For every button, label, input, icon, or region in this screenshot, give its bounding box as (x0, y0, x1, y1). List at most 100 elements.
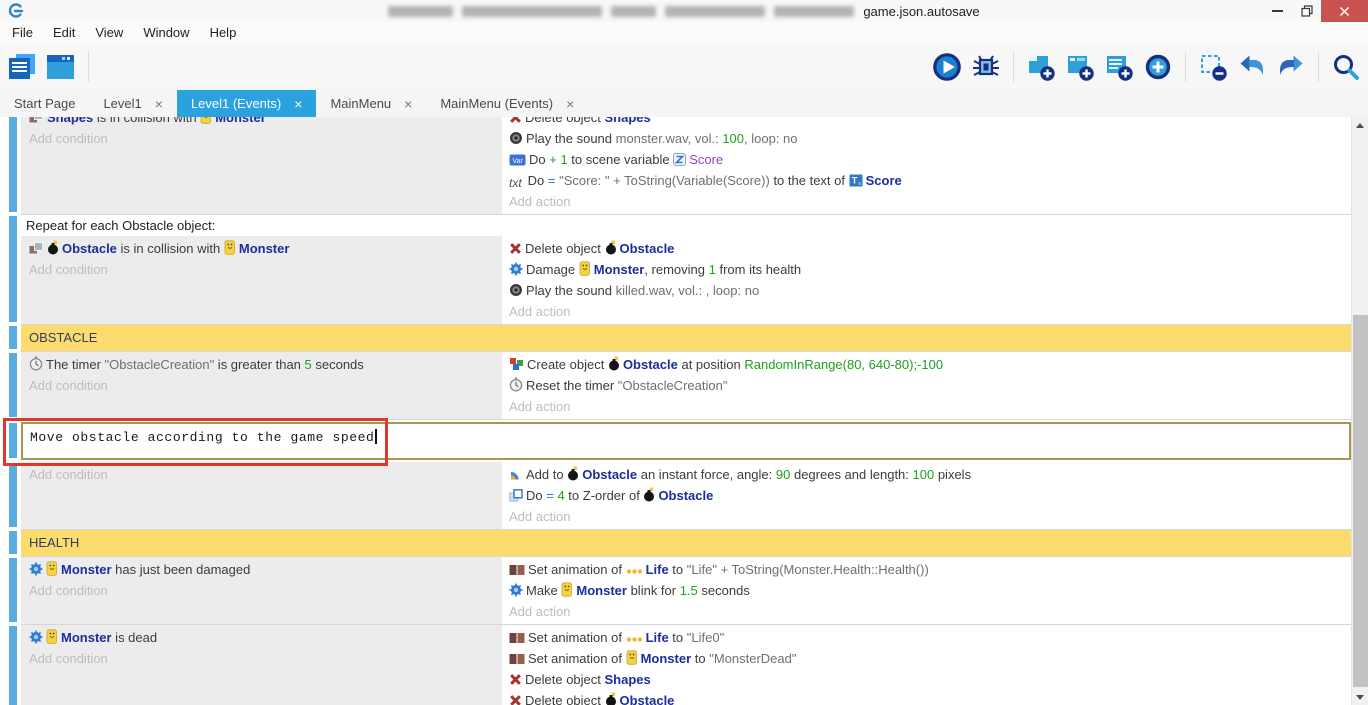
tab-label: MainMenu (330, 96, 391, 111)
tab-label: Level1 (103, 96, 141, 111)
add-condition-button[interactable]: Add condition (29, 259, 502, 280)
condition-line[interactable]: Monster has just been damaged (29, 559, 502, 580)
redo-icon[interactable] (1275, 51, 1307, 83)
event-row: Shapes is in collision with Monster Add c… (21, 117, 1351, 215)
event-row: The timer "ObstacleCreation" is greater … (21, 352, 1351, 420)
scroll-up-arrow[interactable] (1352, 117, 1368, 133)
tab-close-icon[interactable]: × (404, 97, 412, 111)
action-line[interactable]: Play the sound killed.wav, vol.: , loop:… (509, 280, 1351, 301)
menu-window[interactable]: Window (133, 22, 199, 43)
debug-icon[interactable] (970, 51, 1002, 83)
add-comment-icon[interactable] (1103, 51, 1135, 83)
undo-icon[interactable] (1236, 51, 1268, 83)
action-line[interactable]: Delete object Obstacle (509, 690, 1351, 705)
text-segment: Monster (215, 117, 266, 125)
action-line[interactable]: Reset the timer "ObstacleCreation" (509, 375, 1351, 396)
event-highlight-bar (9, 423, 17, 458)
scrollbar-thumb[interactable] (1353, 315, 1368, 687)
monster-icon (224, 240, 236, 255)
action-line[interactable]: Play the sound monster.wav, vol.: 100, l… (509, 128, 1351, 149)
text-segment: Add condition (29, 131, 108, 146)
tab-start-page[interactable]: Start Page (0, 90, 89, 117)
action-line[interactable]: VarDo + 1 to scene variable Score (509, 149, 1351, 170)
tab-close-icon[interactable]: × (155, 97, 163, 111)
conditions-column: Monster is deadAdd condition (21, 625, 502, 705)
add-subevent-icon[interactable] (1064, 51, 1096, 83)
text-segment: pixels (934, 467, 971, 482)
menu-file[interactable]: File (2, 22, 43, 43)
tab-close-icon[interactable]: × (566, 97, 574, 111)
group-banner-label[interactable]: OBSTACLE (21, 325, 1351, 351)
conditions-column: Shapes is in collision with Monster Add c… (21, 117, 502, 214)
add-condition-button[interactable]: Add condition (29, 580, 502, 601)
text-segment: Add to (526, 467, 567, 482)
project-manager-icon[interactable] (6, 51, 38, 83)
tab-mainmenu[interactable]: MainMenu × (316, 90, 426, 117)
condition-line[interactable]: Shapes is in collision with Monster (29, 117, 502, 128)
add-action-button[interactable]: Add action (509, 301, 1351, 322)
delete-icon (509, 117, 522, 124)
tab-close-icon[interactable]: × (294, 97, 302, 111)
svg-text:x: x (858, 181, 861, 187)
remove-event-icon[interactable] (1197, 51, 1229, 83)
minimize-button[interactable] (1263, 0, 1292, 22)
add-condition-button[interactable]: Add condition (29, 128, 502, 149)
tab-mainmenu-events[interactable]: MainMenu (Events)× (426, 90, 588, 117)
add-action-button[interactable]: Add action (509, 601, 1351, 622)
condition-line[interactable]: The timer "ObstacleCreation" is greater … (29, 354, 502, 375)
action-line[interactable]: Set animation of Monster to "MonsterDead… (509, 648, 1351, 669)
action-line[interactable]: Make Monster blink for 1.5 seconds (509, 580, 1351, 601)
event-body: Monster has just been damagedAdd conditi… (21, 557, 1351, 624)
menu-edit[interactable]: Edit (43, 22, 85, 43)
action-line[interactable]: Set animation of Life to "Life" + ToStri… (509, 559, 1351, 580)
add-condition-button[interactable]: Add condition (29, 375, 502, 396)
event-body: The timer "ObstacleCreation" is greater … (21, 352, 1351, 419)
text-segment: Score (866, 173, 902, 188)
menu-help[interactable]: Help (200, 22, 247, 43)
action-line[interactable]: Create object Obstacle at position Rando… (509, 354, 1351, 375)
sound-icon (509, 283, 523, 297)
add-condition-button[interactable]: Add condition (29, 464, 502, 485)
monster-icon (561, 582, 573, 597)
scene-editor-icon[interactable] (45, 51, 77, 83)
play-icon[interactable] (931, 51, 963, 83)
add-action-button[interactable]: Add action (509, 396, 1351, 417)
add-action-button[interactable]: Add action (509, 191, 1351, 212)
text-segment: RandomInRange(80, 640-80);-100 (744, 357, 943, 372)
add-circle-icon[interactable] (1142, 51, 1174, 83)
text-segment: Add action (509, 194, 570, 209)
add-condition-button[interactable]: Add condition (29, 648, 502, 669)
action-line[interactable]: Delete object Obstacle (509, 238, 1351, 259)
condition-line[interactable]: Monster is dead (29, 627, 502, 648)
comment-edit-box[interactable]: Move obstacle according to the game spee… (21, 422, 1351, 460)
health-icon (509, 583, 523, 597)
text-segment: Shapes (605, 672, 651, 687)
action-line[interactable]: Damage Monster, removing 1 from its heal… (509, 259, 1351, 280)
action-line[interactable]: Do = 4 to Z-order of Obstacle (509, 485, 1351, 506)
tab-level1[interactable]: Level1 × (89, 90, 177, 117)
search-icon[interactable] (1330, 51, 1362, 83)
scroll-down-arrow[interactable] (1352, 689, 1368, 705)
tab-level1-events[interactable]: Level1 (Events)× (177, 90, 317, 117)
restore-button[interactable] (1292, 0, 1321, 22)
text-segment: 100 (722, 131, 744, 146)
group-banner-label[interactable]: HEALTH (21, 530, 1351, 556)
vertical-scrollbar[interactable] (1351, 117, 1368, 705)
event-body: Add condition Add to Obstacle an instant … (21, 462, 1351, 529)
add-action-button[interactable]: Add action (509, 506, 1351, 527)
close-button[interactable] (1321, 0, 1368, 22)
repeat-header[interactable]: Repeat for each Obstacle object: (21, 215, 1351, 236)
text-segment: blink for (627, 583, 680, 598)
life-icon (626, 567, 643, 576)
action-line[interactable]: txtDo = "Score: " + ToString(Variable(Sc… (509, 170, 1351, 191)
action-line[interactable]: Delete object Shapes (509, 669, 1351, 690)
action-line[interactable]: Set animation of Life to "Life0" (509, 627, 1351, 648)
action-line[interactable]: Add to Obstacle an instant force, angle:… (509, 464, 1351, 485)
text-segment: Do (529, 152, 549, 167)
condition-line[interactable]: Obstacle is in collision with Monster (29, 238, 502, 259)
text-segment: "Score: " + ToString(Variable(Score)) (559, 173, 770, 188)
event-body: Shapes is in collision with Monster Add c… (21, 117, 1351, 214)
menu-view[interactable]: View (85, 22, 133, 43)
action-line[interactable]: Delete object Shapes (509, 117, 1351, 128)
add-event-icon[interactable] (1025, 51, 1057, 83)
